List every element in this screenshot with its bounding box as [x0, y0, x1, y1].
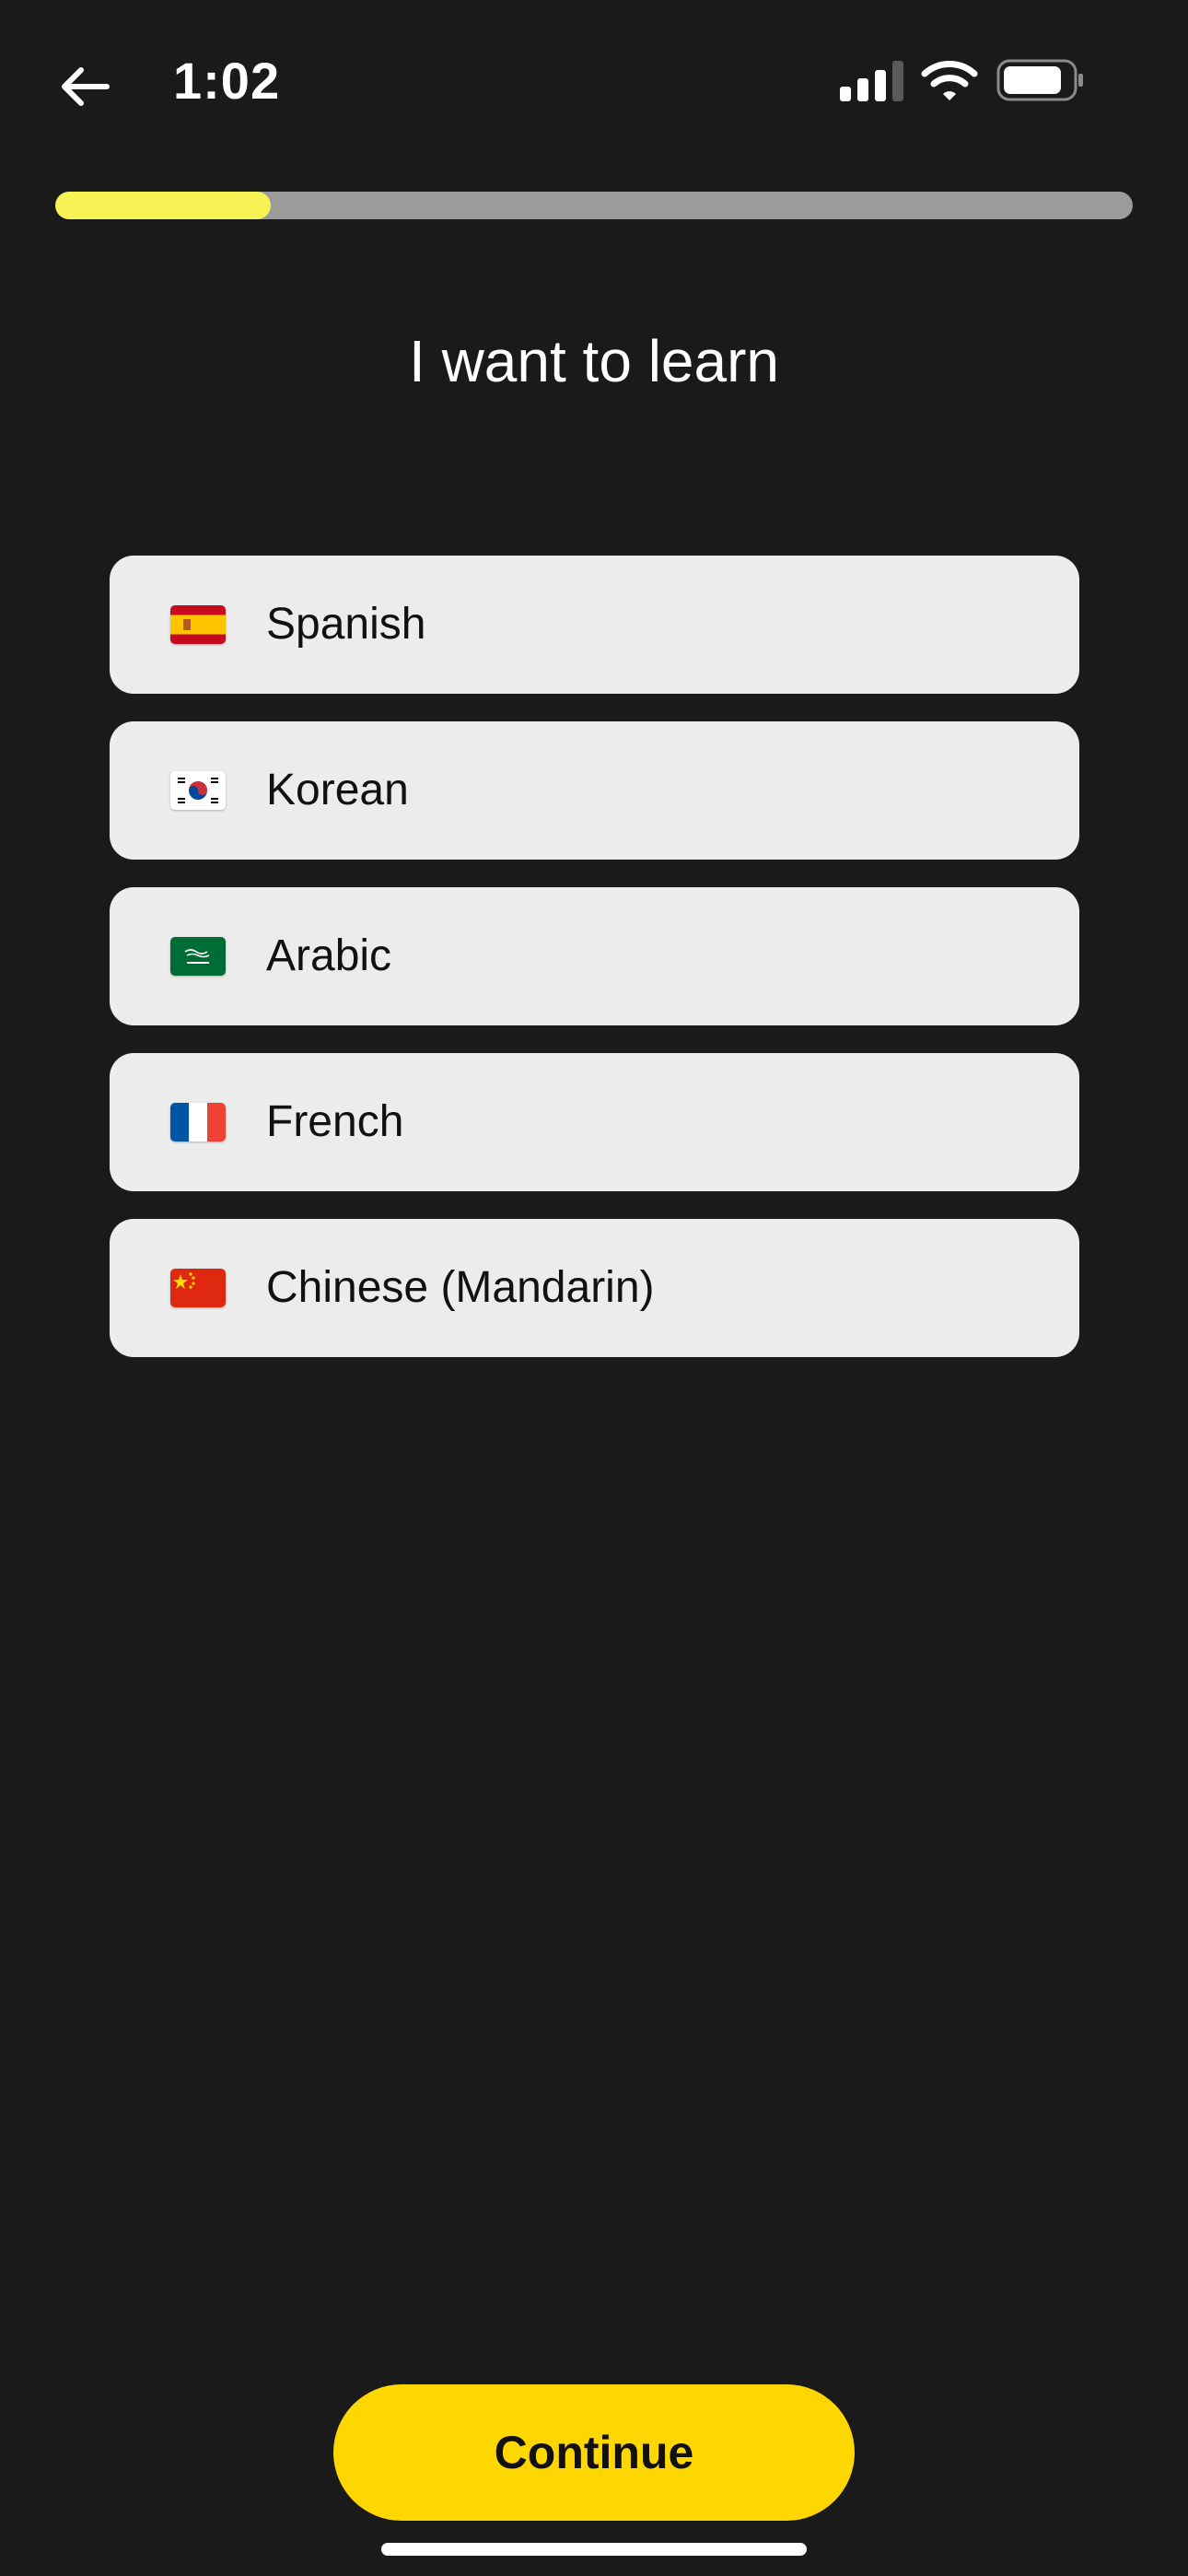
- home-indicator: [381, 2543, 807, 2556]
- saudi-arabia-flag-icon: [170, 937, 226, 976]
- status-bar: 1:02: [0, 0, 1188, 166]
- south-korea-flag-icon: [170, 771, 226, 810]
- language-options-list: Spanish Korean Arabic French Chinese (Ma…: [110, 556, 1079, 1385]
- language-option-label: Korean: [266, 766, 409, 814]
- progress-bar: [55, 192, 1133, 219]
- language-option-korean[interactable]: Korean: [110, 721, 1079, 860]
- language-option-arabic[interactable]: Arabic: [110, 887, 1079, 1025]
- continue-button[interactable]: Continue: [333, 2384, 855, 2521]
- language-option-label: French: [266, 1097, 404, 1146]
- battery-icon: [996, 59, 1083, 101]
- spain-flag-icon: [170, 605, 226, 644]
- language-option-chinese[interactable]: Chinese (Mandarin): [110, 1219, 1079, 1357]
- page-title: I want to learn: [409, 328, 779, 394]
- language-option-french[interactable]: French: [110, 1053, 1079, 1191]
- china-flag-icon: [170, 1269, 226, 1307]
- france-flag-icon: [170, 1103, 226, 1142]
- status-time: 1:02: [173, 52, 281, 110]
- signal-icon: [840, 61, 903, 101]
- language-option-label: Spanish: [266, 600, 426, 649]
- language-option-label: Chinese (Mandarin): [266, 1263, 655, 1312]
- language-option-label: Arabic: [266, 931, 392, 980]
- wifi-icon: [921, 61, 978, 100]
- continue-button-label: Continue: [494, 2427, 694, 2478]
- language-option-spanish[interactable]: Spanish: [110, 556, 1079, 694]
- progress-bar-fill: [55, 192, 271, 219]
- back-arrow-icon: [62, 67, 110, 106]
- back-button[interactable]: [48, 50, 122, 123]
